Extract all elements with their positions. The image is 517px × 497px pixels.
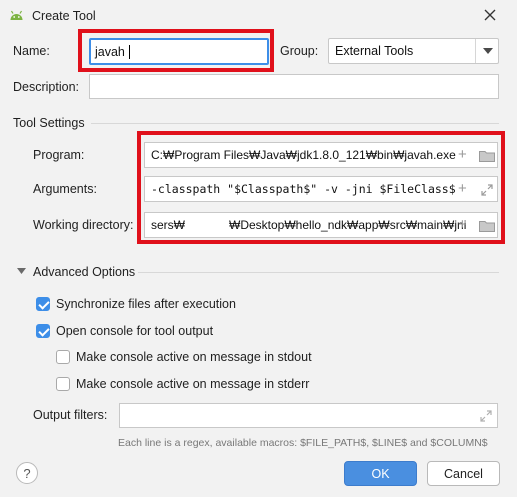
help-button[interactable]: ?	[16, 462, 38, 484]
stderr-label[interactable]: Make console active on message in stderr	[76, 376, 309, 392]
sync-label[interactable]: Synchronize files after execution	[56, 296, 236, 312]
help-label: ?	[23, 465, 31, 481]
tool-settings-separator	[91, 123, 499, 124]
stdout-checkbox[interactable]	[56, 350, 70, 364]
group-select[interactable]: External Tools	[328, 38, 499, 64]
cancel-label: Cancel	[444, 466, 483, 481]
open-console-label[interactable]: Open console for tool output	[56, 323, 213, 339]
description-field[interactable]	[89, 74, 499, 99]
advanced-separator	[138, 272, 499, 273]
output-filters-field[interactable]	[119, 403, 498, 428]
window-title: Create Tool	[32, 9, 96, 23]
tool-settings-heading: Tool Settings	[13, 116, 85, 130]
sync-checkbox[interactable]	[36, 297, 50, 311]
program-label: Program:	[33, 148, 85, 162]
description-label: Description:	[13, 80, 79, 94]
ok-button[interactable]: OK	[344, 461, 417, 486]
cancel-button[interactable]: Cancel	[427, 461, 500, 486]
stderr-checkbox[interactable]	[56, 377, 70, 391]
macros-hint: Each line is a regex, available macros: …	[118, 437, 488, 449]
open-console-checkbox[interactable]	[36, 324, 50, 338]
name-label: Name:	[13, 44, 50, 58]
tool-settings-highlight-box	[137, 131, 505, 244]
ok-label: OK	[371, 466, 390, 481]
stdout-label[interactable]: Make console active on message in stdout	[76, 349, 312, 365]
android-icon	[10, 10, 23, 20]
expand-icon[interactable]	[480, 410, 492, 422]
name-highlight-box	[78, 29, 274, 72]
advanced-options-heading[interactable]: Advanced Options	[33, 264, 135, 280]
group-value: External Tools	[335, 44, 414, 58]
working-dir-label: Working directory:	[33, 218, 134, 232]
title-bar: Create Tool	[0, 0, 517, 32]
group-select-divider	[475, 39, 476, 63]
close-icon[interactable]	[484, 9, 496, 21]
group-label: Group:	[280, 44, 319, 58]
arguments-label: Arguments:	[33, 182, 97, 196]
collapse-triangle-icon[interactable]	[17, 268, 26, 274]
chevron-down-icon[interactable]	[483, 48, 493, 54]
output-filters-label: Output filters:	[33, 408, 108, 422]
